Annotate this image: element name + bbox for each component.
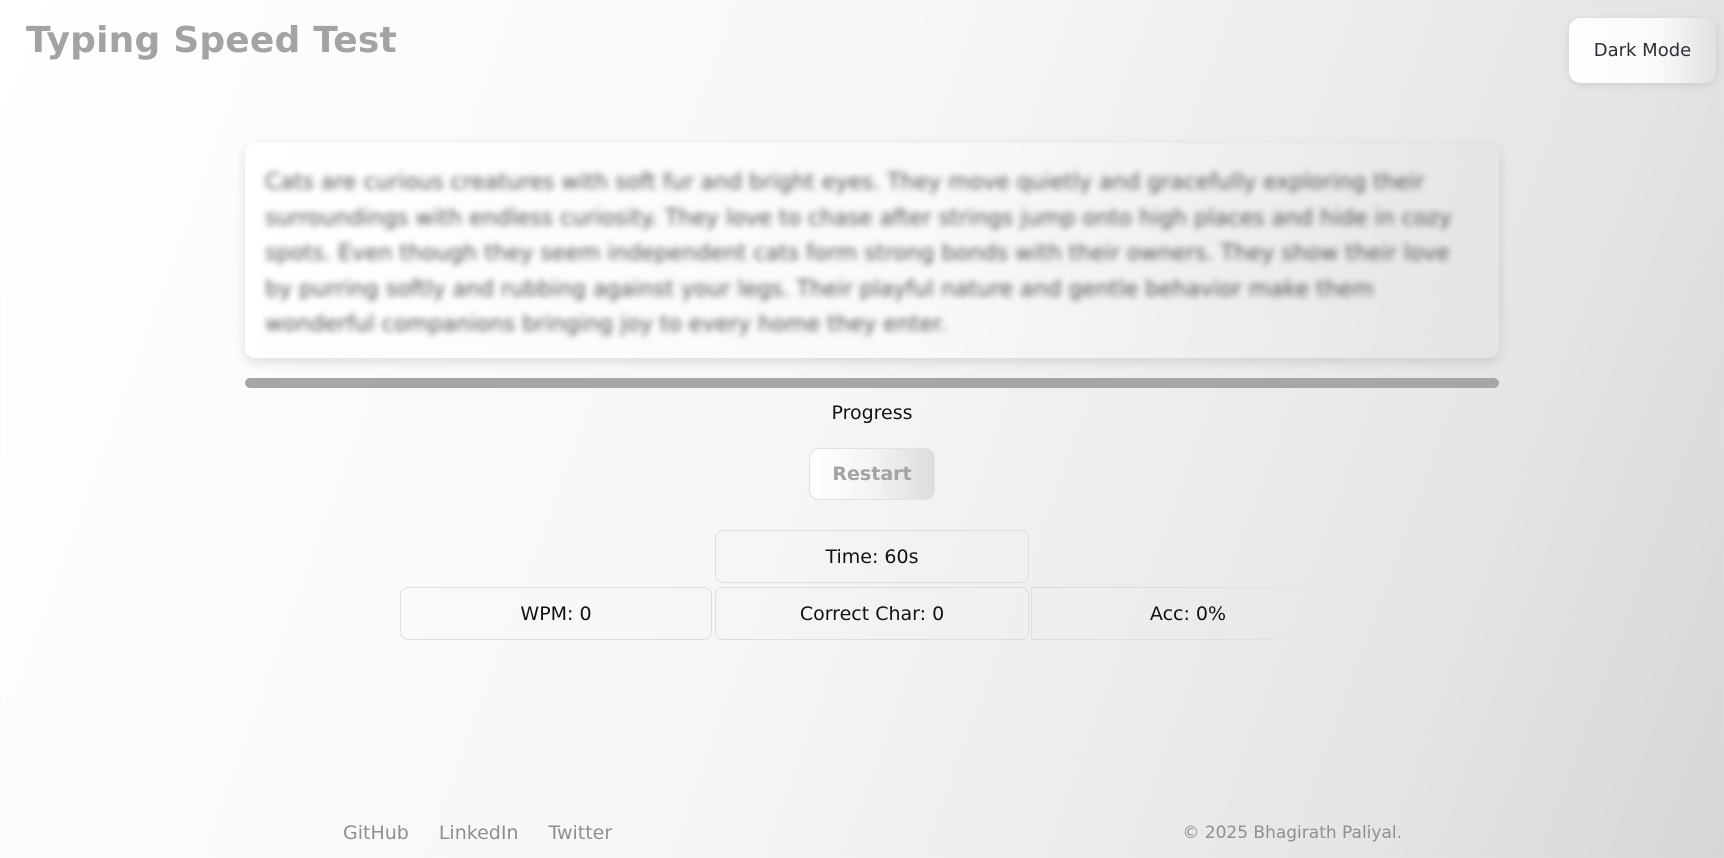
- footer-link-linkedin[interactable]: LinkedIn: [439, 822, 519, 844]
- dark-mode-toggle-button[interactable]: Dark Mode: [1569, 18, 1716, 83]
- accuracy-stat-value: Acc: 0%: [1149, 602, 1227, 625]
- progress-bar: [245, 378, 1499, 388]
- wpm-stat-value: WPM: 0: [520, 602, 592, 625]
- accuracy-stat: Acc: 0%: [1031, 587, 1345, 640]
- typing-passage-card[interactable]: Cats are curious creatures with soft fur…: [245, 143, 1499, 358]
- timer-stat: Time: 60s: [715, 530, 1029, 583]
- typing-passage-text: Cats are curious creatures with soft fur…: [265, 170, 1452, 337]
- wpm-stat: WPM: 0: [400, 587, 712, 640]
- copyright-text: © 2025 Bhagirath Paliyal.: [1182, 823, 1402, 843]
- footer-link-twitter[interactable]: Twitter: [548, 822, 612, 844]
- restart-button[interactable]: Restart: [809, 448, 935, 500]
- footer-link-github[interactable]: GitHub: [343, 822, 409, 844]
- footer-links: GitHub LinkedIn Twitter: [343, 822, 612, 844]
- timer-stat-value: Time: 60s: [825, 545, 919, 568]
- correct-char-stat: Correct Char: 0: [715, 587, 1029, 640]
- page-title: Typing Speed Test: [26, 20, 397, 61]
- correct-char-stat-value: Correct Char: 0: [799, 602, 945, 625]
- progress-label: Progress: [831, 402, 913, 424]
